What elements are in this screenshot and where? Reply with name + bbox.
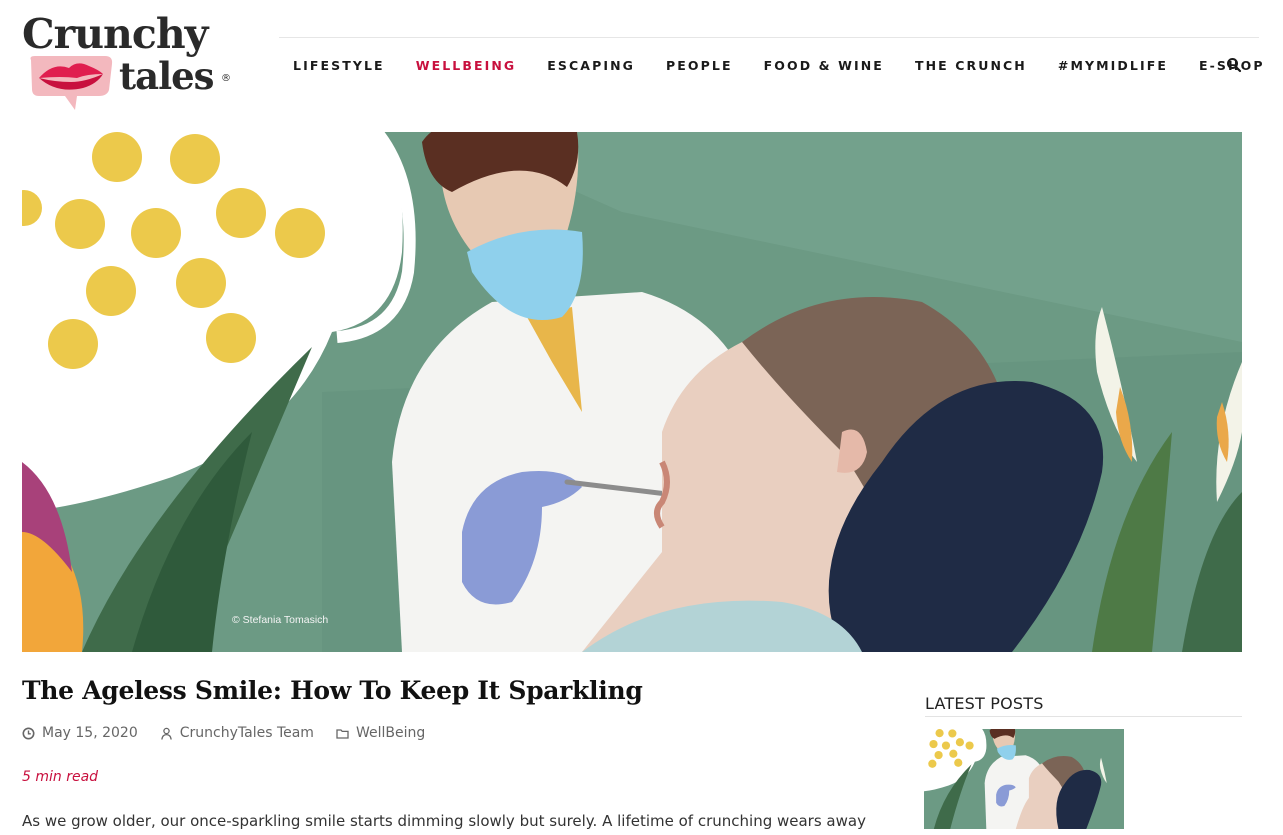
read-time: 5 min read [22,769,99,785]
article-intro: As we grow older, our once-sparkling smi… [22,812,866,830]
search-icon[interactable] [1226,57,1242,73]
nav-item-food-wine[interactable]: FOOD & WINE [764,58,884,73]
nav-item-people[interactable]: PEOPLE [666,58,733,73]
meta-date: May 15, 2020 [22,725,138,741]
meta-author[interactable]: CrunchyTales Team [160,725,314,741]
nav-item-lifestyle[interactable]: LIFESTYLE [293,58,385,73]
article-meta: May 15, 2020 CrunchyTales Team WellBeing [22,725,447,741]
nav-divider [279,37,1259,38]
nav-item-the-crunch[interactable]: THE CRUNCH [915,58,1027,73]
site-logo[interactable]: Crunchy tales ® [22,10,237,110]
lips-icon [30,56,113,110]
clock-icon [22,727,35,739]
author-text[interactable]: CrunchyTales Team [180,725,314,741]
latest-posts-divider [925,716,1242,717]
category-text[interactable]: WellBeing [356,725,425,741]
thumbnail-illustration [924,729,1124,829]
image-credit: © Stefania Tomasich [232,614,329,626]
main-nav: LIFESTYLE WELLBEING ESCAPING PEOPLE FOOD… [293,56,1265,74]
meta-category[interactable]: WellBeing [336,725,425,741]
user-icon [160,727,172,740]
dentist-illustration [22,132,1242,652]
folder-icon [336,728,349,739]
article-title: The Ageless Smile: How To Keep It Sparkl… [22,676,643,705]
date-text: May 15, 2020 [42,725,138,741]
nav-item-escaping[interactable]: ESCAPING [547,58,635,73]
registered-mark: ® [221,73,231,84]
nav-item-mymidlife[interactable]: #MYMIDLIFE [1058,58,1168,73]
hero-image: © Stefania Tomasich [22,132,1242,652]
nav-item-wellbeing[interactable]: WELLBEING [416,58,517,73]
latest-post-thumbnail[interactable] [924,729,1124,829]
logo-word-tales: tales [119,54,214,98]
logo-word-crunchy: Crunchy [22,10,208,58]
latest-posts-heading: LATEST POSTS [925,694,1044,713]
